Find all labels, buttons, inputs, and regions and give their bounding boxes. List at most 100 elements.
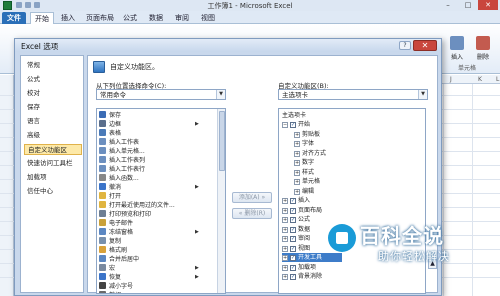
- tab-data[interactable]: 数据: [146, 12, 166, 24]
- expand-icon[interactable]: +: [294, 169, 300, 176]
- command-item[interactable]: 表格: [99, 129, 121, 138]
- command-item[interactable]: 合并后居中: [99, 255, 139, 264]
- tree-tab-node[interactable]: − ✓ 开始: [282, 120, 310, 129]
- command-item[interactable]: 减小字号: [99, 282, 133, 291]
- command-item[interactable]: 插入单元格...: [99, 147, 145, 156]
- expand-icon[interactable]: +: [282, 274, 288, 280]
- tree-group-node[interactable]: + 单元格: [294, 177, 320, 186]
- tab-page-layout[interactable]: 页面布局: [84, 12, 116, 24]
- nav-item-save[interactable]: 保存: [24, 102, 82, 113]
- expand-icon[interactable]: +: [294, 188, 300, 195]
- checkbox[interactable]: ✓: [290, 217, 296, 223]
- dialog-close-button[interactable]: ✕: [413, 40, 437, 51]
- command-item[interactable]: 插入函数...: [99, 174, 139, 183]
- tree-tab-node[interactable]: + ✓ 加载项: [282, 263, 316, 272]
- tree-group-node[interactable]: + 样式: [294, 168, 314, 177]
- tab-insert[interactable]: 插入: [58, 12, 78, 24]
- tree-tab-node[interactable]: + ✓ 背景消除: [282, 272, 322, 281]
- column-header-k[interactable]: K: [478, 76, 482, 83]
- minimize-button[interactable]: –: [438, 0, 458, 10]
- expand-icon[interactable]: +: [282, 198, 288, 204]
- maximize-button[interactable]: □: [458, 0, 478, 10]
- chevron-down-icon[interactable]: ▼: [216, 90, 225, 99]
- command-item[interactable]: 剪切: [99, 291, 121, 293]
- scroll-thumb[interactable]: [219, 111, 225, 171]
- tree-tab-node[interactable]: + ✓ 公式: [282, 215, 310, 224]
- nav-item-add-ins[interactable]: 加载项: [24, 172, 82, 183]
- command-item[interactable]: 打印预览和打印: [99, 210, 151, 219]
- expand-icon[interactable]: +: [294, 131, 300, 138]
- command-item[interactable]: 边框 ▶: [99, 120, 199, 129]
- commands-scrollbar[interactable]: [217, 109, 225, 293]
- checkbox[interactable]: ✓: [290, 274, 296, 280]
- command-item[interactable]: 插入工作表: [99, 138, 139, 147]
- checkbox[interactable]: ✓: [290, 122, 296, 128]
- nav-item-trust-center[interactable]: 信任中心: [24, 186, 82, 197]
- command-item[interactable]: 宏 ▶: [99, 264, 199, 273]
- checkbox[interactable]: ✓: [290, 198, 296, 204]
- nav-item-customize-ribbon[interactable]: 自定义功能区: [24, 144, 82, 155]
- nav-item-proofing[interactable]: 校对: [24, 88, 82, 99]
- expand-icon[interactable]: +: [282, 217, 288, 223]
- tree-group-node[interactable]: + 字体: [294, 139, 314, 148]
- command-item[interactable]: 插入工作表列: [99, 156, 145, 165]
- customize-ribbon-dropdown[interactable]: 主选项卡 ▼: [278, 89, 428, 100]
- checkbox[interactable]: ✓: [290, 226, 296, 233]
- choose-commands-dropdown[interactable]: 常用命令 ▼: [96, 89, 226, 100]
- tree-group-node[interactable]: + 对齐方式: [294, 149, 326, 158]
- command-item[interactable]: 打开最近使用过的文件...: [99, 201, 175, 210]
- nav-item-advanced[interactable]: 高级: [24, 130, 82, 141]
- tree-group-node[interactable]: + 数字: [294, 158, 314, 167]
- tab-home[interactable]: 开始: [30, 12, 54, 24]
- tree-tab-node[interactable]: + ✓ 视图: [282, 244, 310, 253]
- expand-icon[interactable]: +: [294, 179, 300, 185]
- close-window-button[interactable]: ✕: [478, 0, 498, 10]
- expand-icon[interactable]: +: [294, 141, 300, 147]
- command-item[interactable]: 格式刷: [99, 246, 127, 255]
- expand-icon[interactable]: +: [282, 264, 288, 271]
- checkbox[interactable]: ✓: [290, 264, 296, 271]
- add-button[interactable]: 添加(A) »: [232, 192, 272, 203]
- tree-tab-node[interactable]: + ✓ 插入: [282, 196, 310, 205]
- nav-item-quick-access-toolbar[interactable]: 快速访问工具栏: [24, 158, 82, 169]
- expand-icon[interactable]: +: [282, 236, 288, 242]
- commands-list[interactable]: 保存 边框 ▶ 表格 插入工作表 插入单元格... 插入工作表列 插入工作表行 插入函数... 撤…: [96, 108, 226, 294]
- expand-icon[interactable]: +: [282, 226, 288, 233]
- command-item[interactable]: 电子邮件: [99, 219, 133, 228]
- expand-icon[interactable]: +: [294, 150, 300, 157]
- checkbox[interactable]: ✓: [290, 236, 296, 242]
- command-item[interactable]: 恢复 ▶: [99, 273, 199, 282]
- expand-icon[interactable]: +: [294, 160, 300, 166]
- remove-button[interactable]: « 删除(R): [232, 208, 272, 219]
- expand-icon[interactable]: +: [282, 207, 288, 214]
- command-item[interactable]: 复制: [99, 237, 121, 246]
- tree-tab-node[interactable]: + ✓ 数据: [282, 225, 310, 234]
- command-item[interactable]: 保存: [99, 111, 121, 120]
- help-button[interactable]: ?: [399, 41, 411, 50]
- tree-tab-node[interactable]: + ✓ 审阅: [282, 234, 310, 243]
- nav-item-general[interactable]: 常规: [24, 60, 82, 71]
- tree-group-node[interactable]: + 剪贴板: [294, 130, 320, 139]
- dialog-title-bar[interactable]: Excel 选项 ? ✕: [15, 39, 441, 52]
- command-item[interactable]: 插入工作表行: [99, 165, 145, 174]
- chevron-down-icon[interactable]: ▼: [418, 90, 427, 99]
- nav-item-formulas[interactable]: 公式: [24, 74, 82, 85]
- command-item[interactable]: 打开: [99, 192, 121, 201]
- tree-tab-node[interactable]: + ✓ 页面布局: [282, 206, 322, 215]
- tab-formulas[interactable]: 公式: [120, 12, 140, 24]
- checkbox[interactable]: ✓: [290, 245, 296, 252]
- checkbox[interactable]: ✓: [290, 255, 296, 261]
- tab-view[interactable]: 视图: [198, 12, 218, 24]
- column-header-j[interactable]: J: [450, 76, 452, 83]
- checkbox[interactable]: ✓: [290, 207, 296, 214]
- insert-cells-button[interactable]: 插入: [446, 36, 468, 61]
- collapse-icon[interactable]: −: [282, 122, 288, 128]
- column-header-l[interactable]: L: [496, 76, 499, 83]
- expand-icon[interactable]: +: [282, 245, 288, 252]
- delete-cells-button[interactable]: 删除: [472, 36, 494, 61]
- command-item[interactable]: 冻结窗格 ▶: [99, 228, 199, 237]
- expand-icon[interactable]: +: [282, 255, 288, 261]
- nav-item-language[interactable]: 语言: [24, 116, 82, 127]
- tab-review[interactable]: 审阅: [172, 12, 192, 24]
- tree-group-node[interactable]: + 编辑: [294, 187, 314, 196]
